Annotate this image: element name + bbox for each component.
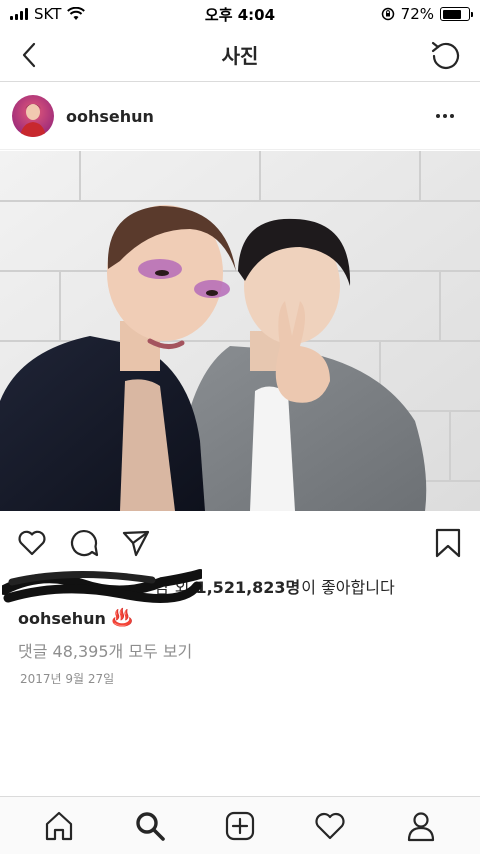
page-header: 사진 — [0, 28, 480, 82]
post-caption: oohsehun ♨️ — [18, 608, 133, 628]
home-icon — [46, 811, 73, 840]
heart-icon[interactable] — [16, 527, 48, 559]
battery-percent: 72% — [400, 5, 434, 23]
post-photo[interactable] — [0, 151, 480, 511]
add-icon — [225, 811, 255, 840]
status-bar: SKT 오후 4:04 72% — [0, 0, 480, 28]
activity-heart-icon — [315, 812, 345, 839]
post-date: 2017년 9월 27일 — [20, 672, 115, 686]
chevron-left-icon — [22, 42, 36, 68]
profile-icon — [407, 811, 434, 841]
caption-text: ♨️ — [111, 608, 134, 628]
nav-activity[interactable] — [306, 802, 354, 850]
refresh-icon — [431, 41, 460, 69]
back-button[interactable] — [14, 40, 44, 70]
caption-username[interactable]: oohsehun — [18, 609, 106, 628]
comment-icon[interactable] — [68, 527, 100, 559]
bookmark-icon[interactable] — [432, 527, 464, 559]
status-right: 72% — [381, 5, 473, 23]
likes-summary[interactable]: 님 외 1,521,823명 이 좋아합니다 — [2, 569, 462, 603]
orientation-lock-icon — [381, 7, 394, 21]
nav-add[interactable] — [216, 802, 264, 850]
bottom-nav — [0, 796, 480, 854]
search-icon — [135, 811, 165, 841]
battery-fill — [442, 9, 461, 19]
nav-search[interactable] — [126, 802, 174, 850]
post-username[interactable]: oohsehun — [66, 107, 428, 126]
likes-count: 1,521,823명 — [195, 578, 301, 597]
nav-home[interactable] — [35, 802, 83, 850]
likes-suffix: 이 좋아합니다 — [301, 578, 395, 597]
avatar[interactable] — [12, 95, 54, 137]
send-icon[interactable] — [120, 527, 152, 559]
view-all-comments-link[interactable]: 댓글 48,395개 모두 보기 — [18, 638, 192, 662]
page-title: 사진 — [221, 44, 259, 68]
signal-icon — [10, 8, 28, 20]
redaction-scribble — [2, 569, 202, 603]
status-left: SKT — [10, 5, 86, 23]
nav-profile[interactable] — [397, 802, 445, 850]
wifi-icon — [67, 7, 86, 20]
ellipsis-icon[interactable] — [428, 106, 462, 126]
post-header: oohsehun — [0, 83, 480, 150]
refresh-button[interactable] — [428, 38, 462, 72]
likes-names[interactable]: 님 — [2, 569, 202, 603]
carrier-name: SKT — [34, 5, 62, 23]
battery-icon — [440, 7, 473, 21]
